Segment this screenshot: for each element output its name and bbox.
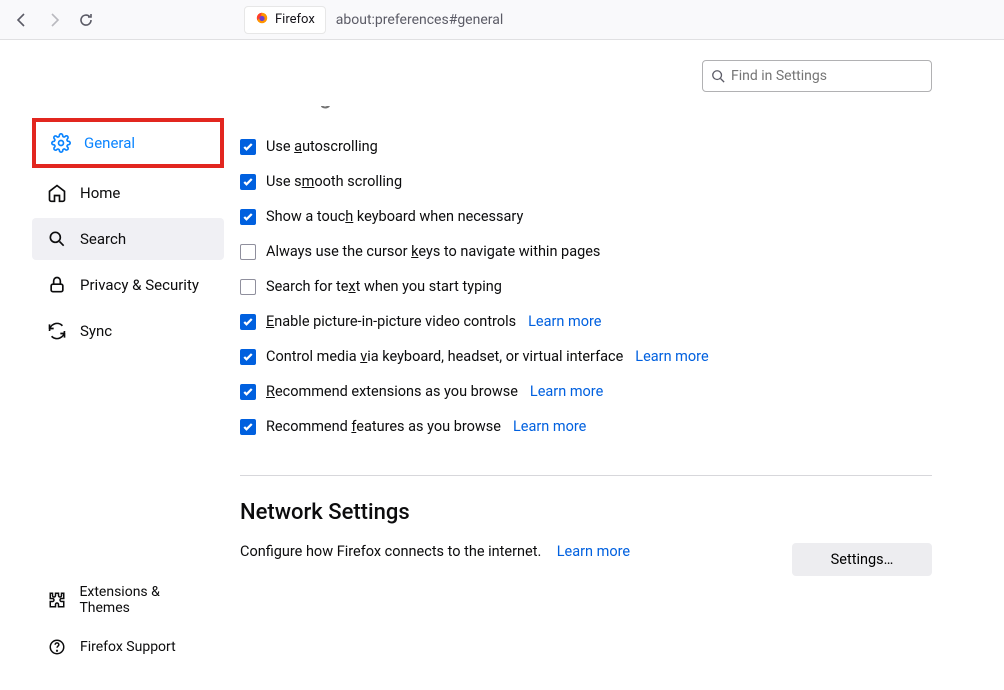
sidebar-item-label: Search bbox=[80, 230, 126, 248]
sync-icon bbox=[46, 320, 68, 342]
sidebar-item-label: Firefox Support bbox=[80, 639, 176, 655]
sidebar-item-label: Sync bbox=[80, 322, 112, 340]
firefox-icon bbox=[255, 11, 269, 29]
reload-button[interactable] bbox=[72, 6, 100, 34]
find-input[interactable] bbox=[731, 68, 923, 84]
network-learn-more[interactable]: Learn more bbox=[557, 543, 630, 560]
home-icon bbox=[46, 182, 68, 204]
checkbox-row: Use smooth scrolling bbox=[240, 173, 932, 190]
back-button[interactable] bbox=[8, 6, 36, 34]
sidebar: General Home Search Privacy & Security bbox=[0, 40, 240, 690]
sidebar-item-home[interactable]: Home bbox=[32, 172, 224, 214]
identity-label: Firefox bbox=[275, 12, 315, 27]
find-in-settings[interactable] bbox=[702, 60, 932, 92]
search-icon bbox=[711, 69, 725, 83]
identity-chip[interactable]: Firefox bbox=[244, 6, 326, 34]
checkbox-row: Recommend extensions as you browse Learn … bbox=[240, 383, 932, 400]
checkbox[interactable] bbox=[240, 139, 256, 155]
section-title-browsing: Browsing bbox=[240, 106, 932, 124]
section-separator bbox=[240, 475, 932, 476]
checkbox-row: Recommend features as you browse Learn mo… bbox=[240, 418, 932, 435]
forward-button[interactable] bbox=[40, 6, 68, 34]
checkbox-row: Show a touch keyboard when necessary bbox=[240, 208, 932, 225]
network-settings-button[interactable]: Settings… bbox=[792, 543, 932, 576]
checkbox[interactable] bbox=[240, 174, 256, 190]
section-title-network: Network Settings bbox=[240, 500, 932, 525]
learn-more-link[interactable]: Learn more bbox=[530, 383, 603, 400]
learn-more-link[interactable]: Learn more bbox=[528, 313, 601, 330]
checkbox[interactable] bbox=[240, 314, 256, 330]
checkbox[interactable] bbox=[240, 384, 256, 400]
checkbox[interactable] bbox=[240, 349, 256, 365]
help-icon bbox=[46, 636, 68, 658]
sidebar-item-label: General bbox=[84, 134, 135, 152]
main-content: Browsing Use autoscrolling Use smooth scr… bbox=[240, 40, 1004, 690]
learn-more-link[interactable]: Learn more bbox=[513, 418, 586, 435]
checkbox[interactable] bbox=[240, 209, 256, 225]
highlight-general: General bbox=[32, 118, 224, 168]
checkbox-label[interactable]: Show a touch keyboard when necessary bbox=[266, 208, 523, 225]
sidebar-item-label: Privacy & Security bbox=[80, 276, 199, 294]
checkbox-label[interactable]: Always use the cursor keys to navigate w… bbox=[266, 243, 600, 260]
checkbox-label[interactable]: Control media via keyboard, headset, or … bbox=[266, 348, 623, 365]
checkbox-row: Control media via keyboard, headset, or … bbox=[240, 348, 932, 365]
search-icon bbox=[46, 228, 68, 250]
checkbox-label[interactable]: Search for text when you start typing bbox=[266, 278, 502, 295]
url-text[interactable]: about:preferences#general bbox=[336, 12, 503, 28]
checkbox[interactable] bbox=[240, 244, 256, 260]
checkbox-row: Search for text when you start typing bbox=[240, 278, 932, 295]
sidebar-item-label: Extensions & Themes bbox=[79, 584, 210, 616]
learn-more-link[interactable]: Learn more bbox=[635, 348, 708, 365]
sidebar-item-privacy[interactable]: Privacy & Security bbox=[32, 264, 224, 306]
gear-icon bbox=[50, 132, 72, 154]
checkbox[interactable] bbox=[240, 279, 256, 295]
network-description: Configure how Firefox connects to the in… bbox=[240, 543, 541, 560]
puzzle-icon bbox=[46, 589, 67, 611]
checkbox-label[interactable]: Recommend features as you browse bbox=[266, 418, 501, 435]
browser-toolbar: Firefox about:preferences#general bbox=[0, 0, 1004, 40]
checkbox[interactable] bbox=[240, 419, 256, 435]
checkbox-row: Always use the cursor keys to navigate w… bbox=[240, 243, 932, 260]
checkbox-label[interactable]: Enable picture-in-picture video controls bbox=[266, 313, 516, 330]
sidebar-item-sync[interactable]: Sync bbox=[32, 310, 224, 352]
sidebar-support[interactable]: Firefox Support bbox=[32, 628, 224, 666]
sidebar-item-label: Home bbox=[80, 184, 120, 202]
checkbox-row: Enable picture-in-picture video controls… bbox=[240, 313, 932, 330]
checkbox-label[interactable]: Use autoscrolling bbox=[266, 138, 378, 155]
checkbox-label[interactable]: Use smooth scrolling bbox=[266, 173, 402, 190]
sidebar-extensions[interactable]: Extensions & Themes bbox=[32, 576, 224, 624]
checkbox-row: Use autoscrolling bbox=[240, 138, 932, 155]
sidebar-item-general[interactable]: General bbox=[36, 122, 220, 164]
lock-icon bbox=[46, 274, 68, 296]
checkbox-label[interactable]: Recommend extensions as you browse bbox=[266, 383, 518, 400]
sidebar-item-search[interactable]: Search bbox=[32, 218, 224, 260]
